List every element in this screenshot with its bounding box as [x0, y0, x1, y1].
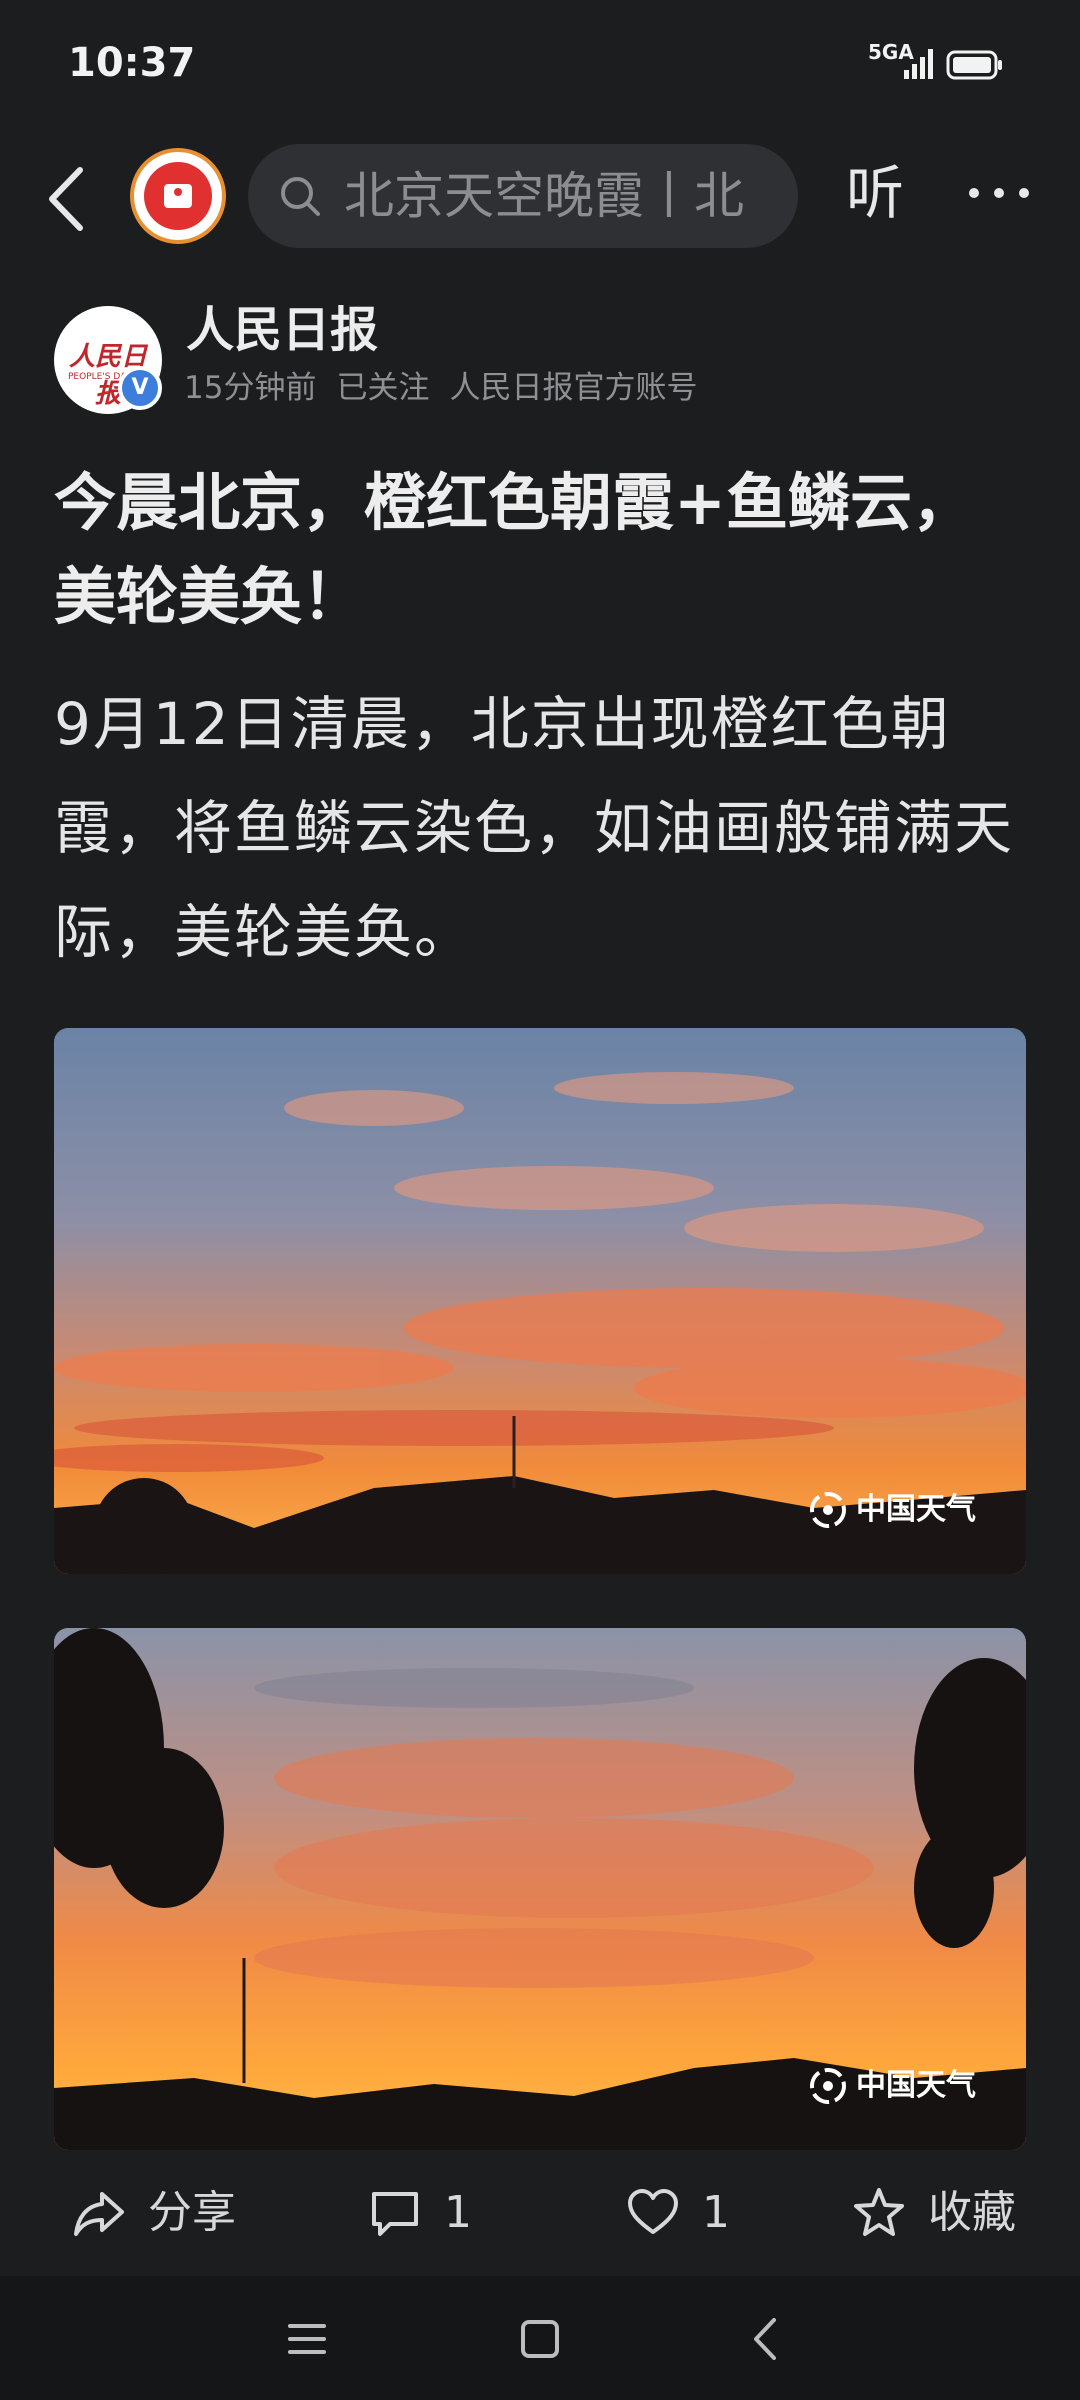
- article-title: 今晨北京，橙红色朝霞+鱼鳞云，美轮美奂！: [54, 466, 974, 633]
- photo-watermark: 中国天气: [808, 2066, 976, 2107]
- heart-icon: [628, 2189, 678, 2234]
- follow-status[interactable]: 已关注: [336, 370, 429, 406]
- verified-badge-icon: V: [118, 366, 162, 410]
- favorite-button[interactable]: 收藏: [852, 2180, 1052, 2246]
- status-time: 10:37: [68, 40, 196, 86]
- article-body: 9月12日清晨，北京出现橙红色朝霞，将鱼鳞云染色，如油画般铺满天际，美轮美奂。: [54, 690, 1015, 966]
- author-meta: 15分钟前 已关注 人民日报官方账号: [184, 368, 717, 408]
- comment-count: 1: [444, 2187, 472, 2238]
- status-bar: 10:37 5GA: [0, 0, 1080, 130]
- app-logo-icon[interactable]: [130, 148, 226, 244]
- weather-logo-icon: [810, 1492, 846, 1528]
- screen: 10:37 5GA 北京天空晚霞丨北 听 人民日报 PEOPLE'S DAILY…: [0, 0, 1080, 2400]
- share-label: 分享: [148, 2187, 236, 2238]
- like-button[interactable]: 1: [626, 2180, 746, 2246]
- back-icon[interactable]: [42, 164, 92, 234]
- share-button[interactable]: 分享: [72, 2180, 272, 2246]
- account-type: 人民日报官方账号: [449, 370, 698, 406]
- post-time: 15分钟前: [184, 370, 317, 406]
- favorite-label: 收藏: [928, 2187, 1016, 2238]
- watermark-text: 中国天气: [856, 1491, 976, 1527]
- share-icon: [74, 2192, 124, 2236]
- like-count: 1: [702, 2187, 730, 2238]
- home-icon[interactable]: [513, 2312, 567, 2366]
- author-header: 人民日报 PEOPLE'S DAILY V 人民日报 15分钟前 已关注 人民日报官…: [0, 300, 1080, 420]
- weather-logo-icon: [810, 2068, 846, 2104]
- article-photo[interactable]: 中国天气: [54, 1628, 1026, 2150]
- search-icon: [281, 177, 320, 216]
- search-text: 北京天空晚霞丨北: [344, 167, 744, 225]
- more-icon[interactable]: [964, 158, 1034, 228]
- search-bar[interactable]: 北京天空晚霞丨北: [248, 144, 798, 248]
- menu-icon[interactable]: [280, 2312, 334, 2366]
- author-name[interactable]: 人民日报: [186, 300, 378, 360]
- comment-icon: [372, 2192, 418, 2236]
- comment-button[interactable]: 1: [368, 2180, 488, 2246]
- battery-icon: [946, 50, 1002, 80]
- signal-icon: [904, 49, 933, 79]
- nav-back-icon[interactable]: [740, 2312, 794, 2366]
- top-nav: 北京天空晚霞丨北 听: [0, 140, 1080, 250]
- listen-button[interactable]: 听: [846, 158, 904, 228]
- article-photo[interactable]: 中国天气: [54, 1028, 1026, 1574]
- star-icon: [854, 2188, 904, 2236]
- photo-watermark: 中国天气: [808, 1490, 976, 1531]
- watermark-text: 中国天气: [856, 2067, 976, 2103]
- action-bar: 分享 1 1 收藏: [0, 2150, 1080, 2276]
- system-nav-bar: [0, 2276, 1080, 2400]
